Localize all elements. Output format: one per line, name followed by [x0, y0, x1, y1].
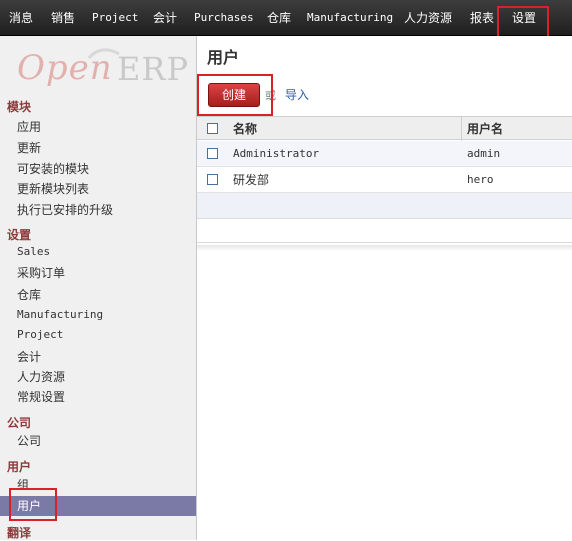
logo-swoosh-icon: [87, 48, 120, 60]
sidebar-item-purchase-orders[interactable]: 采购订单: [17, 264, 65, 281]
sidebar-item-installable-modules[interactable]: 可安装的模块: [17, 160, 89, 177]
sidebar-item-accounting[interactable]: 会计: [17, 348, 41, 365]
section-title-companies: 公司: [7, 416, 32, 430]
main-content: 用户 创建 或 导入 名称 用户名 Administrator admin 研发…: [197, 36, 572, 540]
section-title-modules: 模块: [7, 100, 32, 114]
sidebar-item-project[interactable]: Project: [17, 328, 63, 341]
menu-warehouse[interactable]: 仓库: [267, 0, 291, 35]
openerp-logo: Open ERP: [15, 48, 190, 90]
sidebar-item-scheduled-upgrades[interactable]: 执行已安排的升级: [17, 201, 113, 218]
sidebar-item-manufacturing[interactable]: Manufacturing: [17, 308, 103, 321]
section-title-translations: 翻译: [7, 526, 32, 540]
column-header-name[interactable]: 名称: [233, 117, 257, 141]
sidebar-item-warehouse[interactable]: 仓库: [17, 286, 41, 303]
sidebar-item-company[interactable]: 公司: [17, 432, 41, 449]
menu-accounting[interactable]: 会计: [153, 0, 177, 35]
sidebar-item-users[interactable]: 用户: [0, 496, 196, 516]
row-checkbox[interactable]: [207, 174, 218, 185]
section-title-config: 设置: [7, 228, 32, 242]
column-divider: [461, 117, 462, 141]
row-checkbox[interactable]: [207, 148, 218, 159]
list-header: 名称 用户名: [197, 116, 572, 141]
sidebar-item-update-module-list[interactable]: 更新模块列表: [17, 180, 89, 197]
menu-messages[interactable]: 消息: [9, 0, 33, 35]
row-name: 研发部: [233, 173, 270, 187]
sidebar-item-updates[interactable]: 更新: [17, 139, 41, 156]
or-text: 或: [265, 89, 276, 102]
sidebar-item-general-settings[interactable]: 常规设置: [17, 388, 65, 405]
menu-manufacturing[interactable]: Manufacturing: [307, 0, 393, 35]
page-title: 用户: [207, 48, 240, 67]
sidebar-item-hr[interactable]: 人力资源: [17, 368, 65, 385]
sidebar-item-apps[interactable]: 应用: [17, 118, 41, 135]
column-header-login[interactable]: 用户名: [467, 117, 503, 141]
menu-project[interactable]: Project: [92, 0, 138, 35]
menu-sales[interactable]: 销售: [51, 0, 75, 35]
menu-hr[interactable]: 人力资源: [404, 0, 452, 35]
list-footer: [197, 219, 572, 243]
list-bottom-shade: [197, 245, 572, 251]
create-button[interactable]: 创建: [208, 83, 260, 107]
sidebar: Open ERP 模块 应用 更新 可安装的模块 更新模块列表 执行已安排的升级…: [0, 36, 197, 540]
logo-erp-text: ERP: [117, 50, 189, 88]
sidebar-item-sales[interactable]: Sales: [17, 245, 50, 258]
row-login: hero: [467, 173, 494, 186]
import-link[interactable]: 导入: [285, 86, 309, 103]
row-login: admin: [467, 147, 501, 160]
menu-settings[interactable]: 设置: [512, 0, 536, 35]
select-all-checkbox[interactable]: [207, 123, 218, 134]
top-menu-bar: 消息 销售 Project 会计 Purchases 仓库 Manufactur…: [0, 0, 572, 36]
sidebar-item-groups[interactable]: 组: [17, 476, 29, 493]
row-name: Administrator: [233, 147, 320, 160]
menu-reports[interactable]: 报表: [470, 0, 494, 35]
section-title-users: 用户: [7, 460, 32, 474]
list-empty-row: [197, 193, 572, 219]
table-row[interactable]: Administrator admin: [197, 141, 572, 167]
menu-purchases[interactable]: Purchases: [194, 0, 254, 35]
table-row[interactable]: 研发部 hero: [197, 167, 572, 193]
